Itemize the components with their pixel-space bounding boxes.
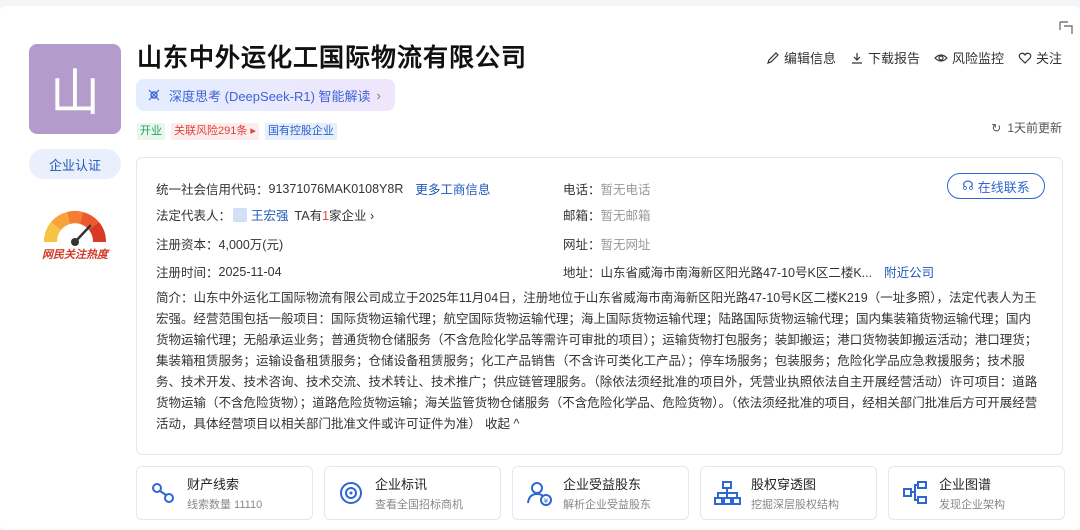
heart-icon [1018,52,1032,64]
download-report-button[interactable]: 下载报告 [850,48,920,67]
risk-badge-label: 关联风险291条 [174,125,248,137]
company-description: 简介：山东中外运化工国际物流有限公司成立于2025年11月04日，注册地位于山东… [156,288,1041,435]
property-clues-icon [152,483,174,503]
card-title: 企业标讯 [375,477,428,492]
card-title: 企业图谱 [939,477,992,492]
svg-text:¥: ¥ [544,497,549,505]
company-page: 山 企业认证 网民关注热度 山东中外运化工国际物流有限公司 深度思考 (Deep… [0,6,1080,530]
org-chart-icon [714,481,741,505]
more-info-link[interactable]: 更多工商信息 [415,179,490,198]
address-label: 地址： [563,266,601,280]
risk-monitor-button[interactable]: 风险监控 [934,48,1004,67]
website-row: 网址： 暂无网址 [563,234,651,253]
credit-code-row: 统一社会信用代码： 91371076MAK0108Y8R 更多工商信息 [156,179,490,198]
legal-rep-companies[interactable]: TA有1家企业 › [295,205,375,224]
phone-label: 电话： [563,183,601,197]
edit-info-label: 编辑信息 [783,51,836,66]
description-label: 简介： [156,291,194,305]
legal-rep-label: 法定代表人： [156,209,232,223]
description-text: 山东中外运化工国际物流有限公司成立于2025年11月04日，注册地位于山东省威海… [156,291,1038,431]
equity-chart-card[interactable]: 股权穿透图挖掘深层股权结构 [700,466,877,520]
update-time[interactable]: ↻ 1天前更新 [991,119,1062,136]
capital-label: 注册资本： [156,238,219,252]
status-badge: 开业 [137,123,165,140]
card-subtitle: 线索数量 11110 [187,499,263,511]
feature-cards: 财产线索线索数量 11110 企业标讯查看全国招标商机 ¥ 企业受益股东 解析企业… [136,466,1065,520]
heat-label: 网民关注热度 [42,249,108,261]
beneficiary-icon: ¥ [527,482,552,506]
qr-corner-icon[interactable] [1058,20,1076,38]
property-clues-card[interactable]: 财产线索线索数量 11110 [136,466,313,520]
ai-interpret-button[interactable]: 深度思考 (DeepSeek-R1) 智能解读 › [136,79,395,111]
online-contact-button[interactable]: ☊ 在线联系 [947,173,1045,199]
email-label: 邮箱： [563,209,601,223]
email-row: 邮箱： 暂无邮箱 [563,205,651,224]
company-tags: 开业 关联风险291条 ▸ 国有控股企业 [137,123,337,140]
follow-label: 关注 [1035,51,1062,66]
ai-icon [148,89,160,101]
card-subtitle: 发现企业架构 [939,499,1005,511]
bidding-card[interactable]: 企业标讯查看全国招标商机 [324,466,501,520]
address-row: 地址： 山东省威海市南海新区阳光路47-10号K区二楼K... 附近公司 [563,262,934,281]
company-logo: 山 [29,44,121,134]
nearby-companies-link[interactable]: 附近公司 [884,262,934,281]
graph-icon [903,481,927,504]
phone-value: 暂无电话 [600,183,651,197]
ta-suffix: 家企业 [329,209,367,223]
download-icon [851,52,862,64]
edit-info-button[interactable]: 编辑信息 [766,48,836,67]
capital-value: 4,000万(元) [218,238,284,252]
company-graph-card[interactable]: 企业图谱发现企业架构 [888,466,1065,520]
certify-button[interactable]: 企业认证 [29,149,121,179]
edit-icon [766,51,779,64]
website-label: 网址： [563,238,601,252]
card-title: 股权穿透图 [751,477,817,492]
phone-row: 电话： 暂无电话 [563,179,651,198]
reg-time-value: 2025-11-04 [218,264,282,279]
refresh-icon: ↻ [991,120,1002,135]
risk-badge[interactable]: 关联风险291条 ▸ [171,123,259,140]
basic-info-panel: 统一社会信用代码： 91371076MAK0108Y8R 更多工商信息 电话： … [136,157,1063,455]
download-report-label: 下载报告 [867,51,920,66]
card-title: 财产线索 [187,477,240,492]
credit-code-value: 91371076MAK0108Y8R [268,181,404,196]
credit-code-label: 统一社会信用代码： [156,183,269,197]
header-actions: 编辑信息 下载报告 风险监控 关注 [766,48,1062,67]
headset-icon: ☊ [962,178,974,193]
follow-button[interactable]: 关注 [1018,48,1062,67]
card-title: 企业受益股东 [563,477,642,492]
ta-count: 1 [322,209,330,223]
ai-interpret-label: 深度思考 (DeepSeek-R1) 智能解读 [169,88,371,104]
card-subtitle: 查看全国招标商机 [375,499,463,511]
update-label: 1天前更新 [1007,121,1062,135]
person-avatar-icon [233,207,248,222]
risk-monitor-label: 风险监控 [951,51,1004,66]
target-icon [340,482,362,504]
chevron-right-icon: › [376,87,381,103]
type-badge: 国有控股企业 [264,123,337,140]
online-contact-label: 在线联系 [977,179,1030,195]
card-subtitle: 解析企业受益股东 [563,499,651,511]
collapse-button[interactable]: 收起 ^ [485,417,519,431]
legal-rep-name[interactable]: 王宏强 [251,205,289,224]
website-value: 暂无网址 [600,238,651,252]
beneficiary-card[interactable]: ¥ 企业受益股东 解析企业受益股东 [512,466,689,520]
address-value: 山东省威海市南海新区阳光路47-10号K区二楼K... [600,266,873,280]
ta-prefix: TA有 [294,209,323,223]
card-subtitle: 挖掘深层股权结构 [751,499,839,511]
eye-icon [934,53,948,62]
reg-time-label: 注册时间： [156,266,219,280]
company-name: 山东中外运化工国际物流有限公司 [137,44,528,72]
capital-row: 注册资本： 4,000万(元) [156,234,283,253]
reg-time-row: 注册时间： 2025-11-04 [156,262,282,281]
email-value: 暂无邮箱 [600,209,651,223]
legal-rep-row: 法定代表人： 王宏强 TA有1家企业 › [156,205,374,224]
